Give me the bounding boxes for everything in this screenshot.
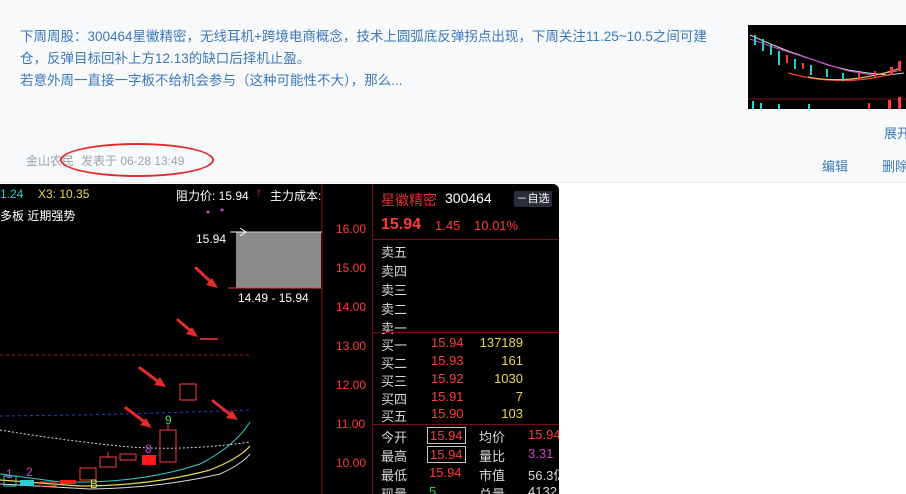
stat-label: 市值 [479,468,506,483]
stat-value: 15.94 [427,446,466,463]
y-tick: 16.00 [336,222,367,236]
bid-price: 15.93 [431,353,464,368]
y-tick: 14.00 [336,300,367,314]
bid-price: 15.90 [431,406,464,421]
y-tick: 10.00 [336,456,367,470]
stat-label: 均价 [479,430,506,445]
delete-link[interactable]: 删除 [882,156,906,175]
stat-label: 最高 [381,449,408,464]
bid-volume: 1030 [494,371,523,386]
gap-top-price: 15.94 [196,232,227,246]
ask-label: 卖五 [381,245,408,260]
edit-link[interactable]: 编辑 [822,156,848,175]
bid-label: 买二 [381,356,408,371]
stat-value: 56.3亿 [528,468,559,483]
ask-label: 卖四 [381,264,408,279]
price-change: 1.45 [435,218,461,233]
bid-volume: 137189 [479,335,523,350]
divider [373,239,559,240]
stat-value: 15.94 [429,465,462,480]
timestamp-highlight-circle [60,143,214,177]
bid-label: 买五 [381,409,408,424]
quote-sidebar: 星徽精密 300464 －自选 15.94 1.45 10.01% 卖五 卖四 … [372,184,559,494]
thumbnail-chart-image [748,25,906,109]
bid-volume: 161 [501,353,523,368]
candle-label: 9 [165,413,172,427]
candle-label: 2 [26,465,33,479]
stat-value: 15.94 [528,427,559,442]
stat-label: 今开 [381,430,408,445]
bid-label: 买一 [381,338,408,353]
bid-price: 15.91 [431,389,464,404]
stat-value: 15.94 [427,427,466,444]
kline-chart[interactable] [0,184,372,494]
candle-label: B [90,477,99,491]
chart-subtitle: 多板 近期强势 [0,209,76,223]
arrow-up-icon: ↑ [256,185,262,199]
y-tick: 15.00 [336,261,367,275]
divider [373,424,559,425]
stat-value: 3.31 [528,446,554,461]
current-price: 15.94 [381,216,422,233]
candle-label: 1 [6,467,13,481]
y-tick: 11.00 [336,417,366,431]
chart-thumbnail[interactable] [748,25,906,109]
post-card: 下周周股：300464星徽精密，无线耳机+跨境电商概念，技术上圆弧底反弹拐点出现… [0,0,906,183]
ask-label: 卖二 [381,302,408,317]
stock-name[interactable]: 星徽精密 [381,190,437,210]
bid-volume: 103 [501,406,523,421]
stat-label: 总量 [479,484,505,494]
post-content[interactable]: 下周周股：300464星徽精密，无线耳机+跨境电商概念，技术上圆弧底反弹拐点出现… [20,26,732,92]
candle-label: 8 [145,442,152,456]
price-change-percent: 10.01% [474,218,519,233]
stat-label: 量比 [479,449,506,464]
stock-quote-panel: 1.24 X3: 10.35 阻力价: 15.94 ↑ 主力成本: 多板 近期强… [0,184,559,494]
divider [373,332,559,333]
y-tick: 12.00 [336,378,367,392]
stat-value: 4132 [528,484,557,494]
bid-label: 买三 [381,374,408,389]
post-line-3: 若意外周一直接一字板不给机会参与（这种可能性不大），那么... [20,73,403,88]
resistance-price: 阻力价: 15.94 [176,189,249,203]
x3-indicator: X3: 10.35 [38,187,90,201]
ask-label: 卖三 [381,283,408,298]
post-line-2: 仓，反弹目标回补上方12.13的缺口后择机止盈。 [20,51,311,66]
stat-label: 现量 [381,484,407,494]
ma-value: 1.24 [0,187,24,201]
stat-value: 5 [429,484,437,494]
main-cost-label: 主力成本: [270,189,322,203]
remove-watchlist-button[interactable]: －自选 [514,191,552,207]
stock-code: 300464 [445,190,492,206]
post-line-1: 下周周股：300464星徽精密，无线耳机+跨境电商概念，技术上圆弧底反弹拐点出现… [20,29,707,44]
bid-price: 15.94 [431,335,464,350]
y-tick: 13.00 [336,339,367,353]
bid-price: 15.92 [431,371,464,386]
bid-volume: 7 [515,389,523,404]
stat-label: 最低 [381,468,408,483]
expand-link[interactable]: 展开 [884,123,906,142]
gap-range-label: 14.49 - 15.94 [238,291,309,305]
